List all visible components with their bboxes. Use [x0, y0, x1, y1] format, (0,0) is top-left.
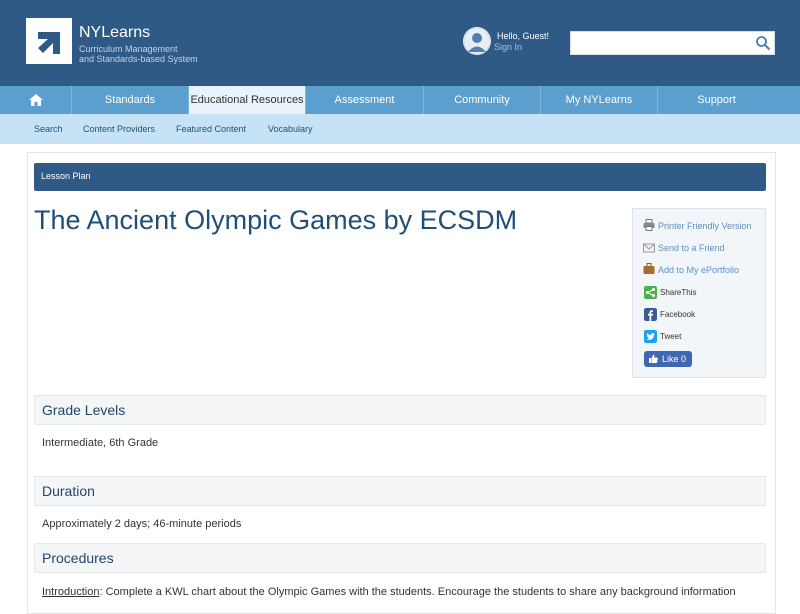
- logo-tagline: and Standards-based System: [79, 54, 198, 64]
- nav-community[interactable]: Community: [424, 86, 541, 114]
- nav-educational-resources[interactable]: Educational Resources: [189, 86, 306, 114]
- duration-text: Approximately 2 days; 46-minute periods: [42, 518, 242, 530]
- subnav-search[interactable]: Search: [34, 124, 63, 134]
- like-count-label: Like 0: [662, 354, 687, 364]
- search-input[interactable]: [575, 34, 751, 54]
- procedures-text: Introduction: Complete a KWL chart about…: [42, 586, 736, 598]
- subnav-featured-content[interactable]: Featured Content: [176, 124, 246, 134]
- sign-in-link[interactable]: Sign In: [494, 42, 522, 52]
- duration-title: Duration: [42, 483, 95, 499]
- facebook-icon[interactable]: [644, 308, 657, 321]
- duration-header: [34, 476, 766, 506]
- sharethis-icon[interactable]: [644, 286, 657, 299]
- lesson-plan-label: Lesson Plan: [41, 171, 91, 181]
- thumbs-up-icon: [649, 354, 658, 363]
- briefcase-icon: [643, 263, 655, 274]
- printer-icon: [643, 219, 655, 231]
- procedures-title: Procedures: [42, 550, 114, 566]
- search-icon[interactable]: [755, 35, 771, 51]
- logo-tagline: Curriculum Management: [79, 44, 178, 54]
- lesson-plan-bar: [34, 163, 766, 191]
- introduction-link[interactable]: Introduction: [42, 586, 99, 598]
- facebook-like-button[interactable]: Like 0: [644, 351, 692, 367]
- page-title: The Ancient Olympic Games by ECSDM: [34, 205, 518, 235]
- nav-standards[interactable]: Standards: [72, 86, 189, 114]
- grade-levels-text: Intermediate, 6th Grade: [42, 437, 159, 449]
- greeting-text: Hello, Guest!: [497, 31, 550, 41]
- nav-home[interactable]: [0, 86, 72, 114]
- procedures-header: [34, 543, 766, 573]
- sharethis-label[interactable]: ShareThis: [660, 288, 696, 297]
- twitter-icon[interactable]: [644, 330, 657, 343]
- facebook-label[interactable]: Facebook: [660, 310, 695, 319]
- site-search-box: [570, 31, 775, 55]
- printer-friendly-link[interactable]: Printer Friendly Version: [658, 221, 752, 231]
- subnav-vocabulary[interactable]: Vocabulary: [268, 124, 313, 134]
- nav-assessment[interactable]: Assessment: [306, 86, 424, 114]
- envelope-icon: [643, 243, 655, 253]
- logo-name: NYLearns: [79, 24, 151, 41]
- nylearns-logo[interactable]: [26, 18, 72, 64]
- nav-support[interactable]: Support: [658, 86, 775, 114]
- subnav-content-providers[interactable]: Content Providers: [83, 124, 155, 134]
- guest-avatar-icon[interactable]: [463, 27, 491, 55]
- tweet-label[interactable]: Tweet: [660, 332, 681, 341]
- send-to-friend-link[interactable]: Send to a Friend: [658, 243, 725, 253]
- grade-levels-title: Grade Levels: [42, 402, 126, 418]
- home-icon: [28, 94, 43, 106]
- logo-arrow-icon: [38, 32, 60, 54]
- nav-my-nylearns[interactable]: My NYLearns: [541, 86, 658, 114]
- grade-levels-header: [34, 395, 766, 425]
- introduction-text: : Complete a KWL chart about the Olympic…: [99, 586, 736, 598]
- add-to-eportfolio-link[interactable]: Add to My ePortfolio: [658, 265, 739, 275]
